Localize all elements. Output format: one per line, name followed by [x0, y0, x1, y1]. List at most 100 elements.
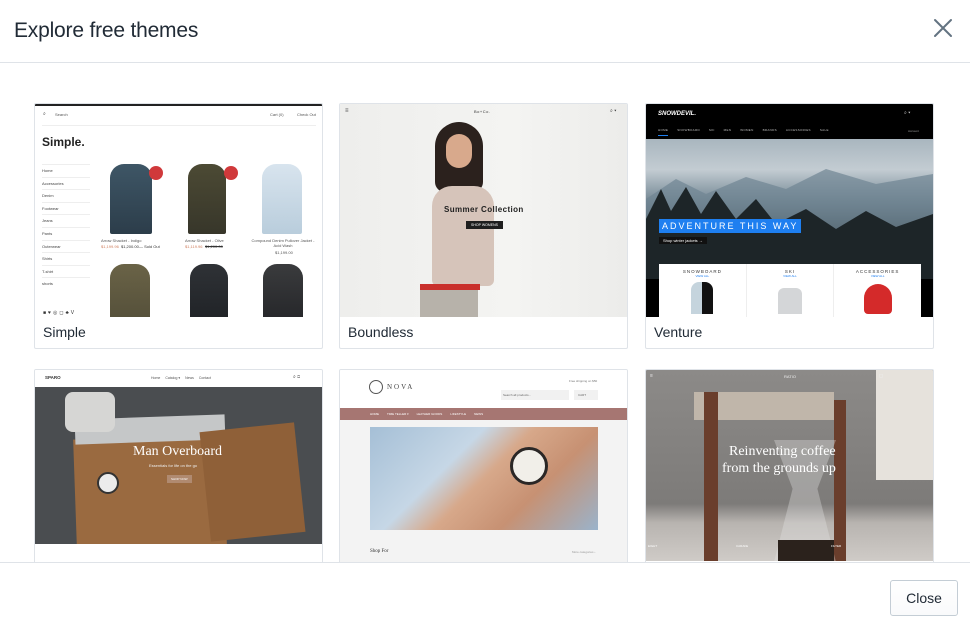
preview-nav-item: SKI	[708, 128, 715, 132]
product-image	[190, 264, 228, 317]
preview-cta: Shop winter jackets →	[659, 237, 707, 244]
search-bag-icons: ⌕ ◻	[293, 374, 301, 380]
preview-bottom-link: EIGHT	[648, 544, 658, 548]
preview-checkout: Check Out	[297, 112, 316, 117]
theme-gallery: ⌕ Search Cart (0) Check Out Simple. Home…	[0, 64, 970, 562]
machine-frame	[834, 400, 846, 561]
model-top	[432, 186, 494, 286]
model-pants	[420, 290, 478, 317]
bag-icon: ◻	[879, 373, 884, 379]
theme-card-venture[interactable]: SNOWDEVIL. ⌕ ▾ HOME SNOWBOARD SKI MEN WOMEN B…	[645, 103, 934, 349]
preview-nav-item: TIME TELLER ▾	[387, 412, 409, 416]
preview-logo: Bo+Co.	[474, 109, 491, 114]
theme-preview-boundless: ≡ Bo+Co. ⌕ ▾ Summer Collection SHOP WOME…	[340, 104, 627, 317]
ski-boot-image	[778, 288, 802, 314]
theme-card-boundless[interactable]: ≡ Bo+Co. ⌕ ▾ Summer Collection SHOP WOME…	[339, 103, 628, 349]
preview-section-title: Shop For	[370, 549, 389, 554]
product-price: $1,199.00	[275, 250, 293, 255]
preview-bottom-link: CARAFE	[736, 544, 749, 548]
social-icons: ■♥◎◻♣V	[43, 310, 77, 316]
category-link: VIEW ALL	[695, 274, 710, 278]
snowboard-image	[691, 282, 714, 314]
theme-preview-simple: ⌕ Search Cart (0) Check Out Simple. Home…	[35, 104, 322, 317]
dialog-header: Explore free themes	[0, 0, 970, 63]
preview-subheadline: Essentials for life on the go	[149, 463, 198, 468]
preview-headline: Reinventing coffee	[729, 444, 836, 459]
product-compare-price: $1,200.00	[205, 244, 223, 249]
theme-preview-venture: SNOWDEVIL. ⌕ ▾ HOME SNOWBOARD SKI MEN WOMEN B…	[646, 104, 933, 317]
theme-card-ratio[interactable]: ≡ RATIO ◻ Reinventing coffee from the gr…	[645, 369, 934, 562]
preview-cta: SHOP WOMENS	[466, 221, 503, 229]
sale-badge	[224, 166, 238, 180]
dialog-title: Explore free themes	[14, 19, 199, 42]
preview-nav-item: shorts	[42, 277, 90, 290]
preview-nav-item: BRANDS	[762, 128, 777, 132]
preview-cart: CART	[574, 390, 598, 400]
preview-headline: Summer Collection	[444, 205, 524, 214]
theme-preview-sparo: SPARO Home Catalog ▾ News Contact ⌕ ◻ Man O…	[35, 370, 322, 544]
menu-icon: ≡	[650, 373, 653, 379]
product-name: Arrow Shacket - Indigo	[101, 238, 142, 243]
preview-nav-item: MEN	[723, 128, 732, 132]
preview-logo: Simple.	[42, 135, 85, 149]
beanie-image	[863, 284, 892, 314]
preview-shipping: Free shipping on $50	[569, 379, 598, 383]
product-price: $1,119.96	[185, 244, 203, 249]
close-button[interactable]: Close	[890, 580, 958, 616]
preview-logo: RATIO	[784, 374, 796, 379]
preview-headline: from the grounds up	[722, 461, 836, 476]
preview-nav-item: Accessories	[42, 176, 90, 190]
preview-nav-item: Home	[42, 164, 90, 177]
preview-nav: HOME TIME TELLER ▾ LEATHER GOODS LIFESTYLE N…	[340, 408, 627, 420]
category-link: VIEW ALL	[870, 274, 885, 278]
model-face	[446, 134, 472, 168]
preview-nav-item: Home	[151, 376, 161, 380]
product-status: — Sold Out	[139, 244, 160, 249]
window-frame	[876, 370, 933, 480]
preview-nav-item: Denim	[42, 189, 90, 202]
preview-search: Search all products...	[501, 390, 569, 400]
theme-card-simple[interactable]: ⌕ Search Cart (0) Check Out Simple. Home…	[34, 103, 323, 349]
preview-nav-item: ACCESSORIES	[785, 128, 811, 132]
preview-nav-item: HOME	[370, 412, 379, 416]
category-panel: SNOWBOARD VIEW ALL SKI VIEW ALL ACCESSOR…	[659, 264, 921, 317]
category-link: VIEW ALL	[783, 274, 797, 278]
preview-nav-item: Footwear	[42, 201, 90, 215]
preview-nav-item: Outerwear	[42, 239, 90, 253]
preview-nav-item: LIFESTYLE	[450, 412, 467, 416]
preview-nav-item: Contact	[198, 376, 211, 380]
product-name: Arrow Shacket - Olive	[185, 238, 224, 243]
preview-nav-item: NEWS	[474, 412, 484, 416]
preview-nav-item: WOMEN	[740, 128, 754, 132]
theme-card-nova[interactable]: NOVA Free shipping on $50 Search all pro…	[339, 369, 628, 562]
hero-image	[370, 427, 598, 530]
preview-nav-item: LEATHER GOODS	[416, 412, 443, 416]
preview-account: Account	[908, 129, 919, 133]
product-image	[262, 164, 302, 234]
search-icon: ⌕	[43, 111, 46, 117]
theme-preview-nova: NOVA Free shipping on $50 Search all pro…	[340, 370, 627, 562]
coffee	[778, 540, 834, 561]
preview-bottom-link: FILTER	[831, 544, 842, 548]
product-image	[110, 264, 150, 317]
product-image	[263, 264, 303, 317]
preview-nav: Home Accessories Denim Footwear Jeans Pants Ou…	[42, 164, 90, 290]
nova-logo-icon	[369, 380, 383, 394]
preview-logo: SPARO	[45, 375, 61, 380]
preview-nav-item: Shirts	[42, 252, 90, 265]
theme-name: Boundless	[348, 324, 414, 340]
preview-nav-item: Catalog ▾	[165, 376, 181, 380]
preview-nav-item: T-shirt	[42, 264, 90, 278]
preview-nav-item: SNOWBOARD	[677, 128, 700, 132]
theme-card-sparo[interactable]: SPARO Home Catalog ▾ News Contact ⌕ ◻ Man O…	[34, 369, 323, 562]
product-image	[188, 164, 226, 234]
preview-cta: SHOP NOW	[167, 475, 192, 483]
preview-logo: NOVA	[387, 383, 415, 391]
close-x-icon[interactable]	[932, 17, 954, 39]
preview-nav-item: Jeans	[42, 214, 90, 227]
preview-headline: ADVENTURE THIS WAY	[659, 219, 802, 233]
mountain-image	[646, 139, 933, 279]
preview-nav-item: SALE	[819, 128, 829, 132]
theme-name: Venture	[654, 324, 703, 340]
preview-nav-item: News	[185, 376, 194, 380]
